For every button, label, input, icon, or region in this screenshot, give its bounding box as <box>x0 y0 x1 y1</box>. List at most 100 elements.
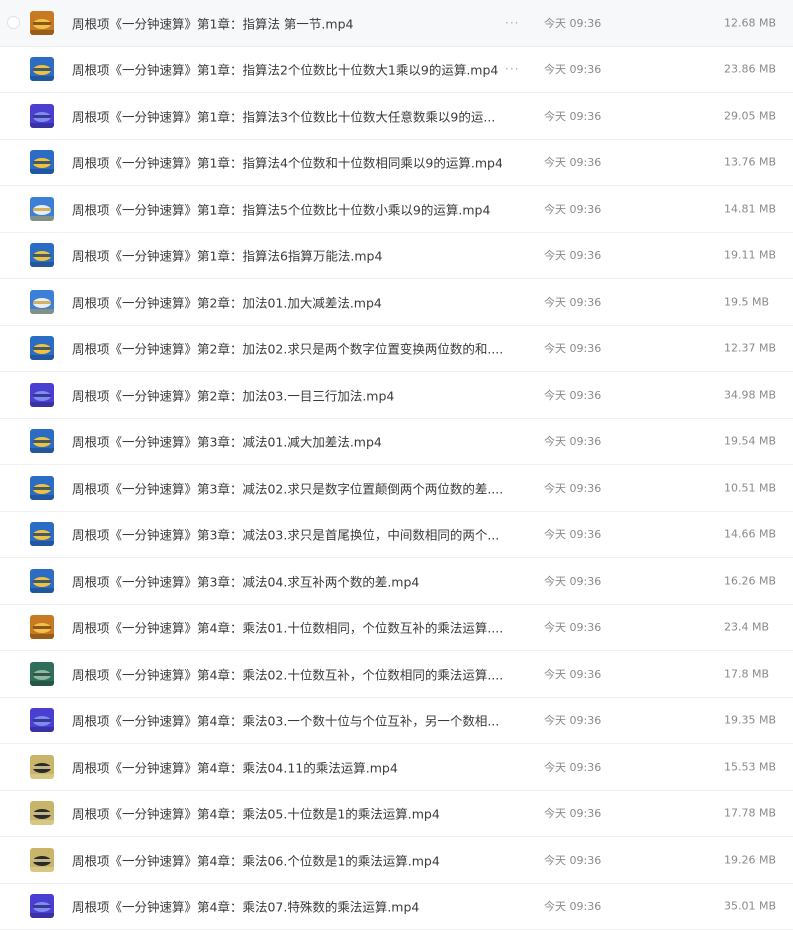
file-name[interactable]: 周根项《一分钟速算》第2章：加法02.求只是两个数字位置变换两位数的和.... <box>72 339 502 358</box>
video-thumbnail-icon <box>30 57 54 82</box>
file-size: 16.26 MB <box>724 574 777 588</box>
file-row[interactable]: 周根项《一分钟速算》第1章：指算法4个位数和十位数相同乘以9的运算.mp4 今天 … <box>0 140 793 186</box>
modified-time: 今天 09:36 <box>544 435 602 449</box>
file-name[interactable]: 周根项《一分钟速算》第4章：乘法07.特殊数的乘法运算.mp4 <box>72 897 419 916</box>
file-name[interactable]: 周根项《一分钟速算》第1章：指算法4个位数和十位数相同乘以9的运算.mp4 <box>72 153 502 172</box>
file-name[interactable]: 周根项《一分钟速算》第2章：加法03.一目三行加法.mp4 <box>72 385 394 404</box>
file-name[interactable]: 周根项《一分钟速算》第4章：乘法02.十位数互补，个位数相同的乘法运算.... <box>72 664 502 683</box>
file-size: 14.81 MB <box>724 202 777 216</box>
video-thumbnail-icon <box>30 661 54 686</box>
file-row[interactable]: 周根项《一分钟速算》第1章：指算法5个位数比十位数小乘以9的运算.mp4 今天 0… <box>0 186 793 233</box>
file-name[interactable]: 周根项《一分钟速算》第2章：加法01.加大减差法.mp4 <box>72 292 382 311</box>
file-row[interactable]: 周根项《一分钟速算》第3章：减法04.求互补两个数的差.mp4 今天 09:36 1… <box>0 558 793 605</box>
video-thumbnail-icon <box>30 615 54 640</box>
video-thumbnail-icon <box>30 847 54 872</box>
modified-time: 今天 09:36 <box>544 156 602 170</box>
video-thumbnail-icon <box>30 382 54 407</box>
file-row[interactable]: 周根项《一分钟速算》第1章：指算法2个位数比十位数大1乘以9的运算.mp4 ···… <box>0 47 793 93</box>
video-thumbnail-icon <box>30 150 54 175</box>
file-row[interactable]: 周根项《一分钟速算》第4章：乘法02.十位数互补，个位数相同的乘法运算.... 今… <box>0 651 793 698</box>
file-name[interactable]: 周根项《一分钟速算》第3章：减法02.求只是数字位置颠倒两个两位数的差.... <box>72 478 502 497</box>
file-name[interactable]: 周根项《一分钟速算》第3章：减法03.求只是首尾换位，中间数相同的两个... <box>72 525 499 544</box>
file-name[interactable]: 周根项《一分钟速算》第4章：乘法04.11的乘法运算.mp4 <box>72 757 398 776</box>
file-size: 19.11 MB <box>724 248 777 262</box>
file-size: 17.78 MB <box>724 806 777 820</box>
modified-time: 今天 09:36 <box>544 109 602 123</box>
select-checkbox[interactable] <box>7 15 20 29</box>
file-size: 17.8 MB <box>724 667 770 681</box>
file-size: 15.53 MB <box>724 760 777 774</box>
video-thumbnail-icon <box>30 522 54 547</box>
file-row[interactable]: 周根项《一分钟速算》第4章：乘法05.十位数是1的乘法运算.mp4 今天 09:3… <box>0 791 793 837</box>
video-thumbnail-icon <box>30 429 54 454</box>
file-size: 10.51 MB <box>724 481 777 495</box>
file-row[interactable]: 周根项《一分钟速算》第3章：减法03.求只是首尾换位，中间数相同的两个... 今天… <box>0 512 793 558</box>
modified-time: 今天 09:36 <box>544 621 602 635</box>
file-row[interactable]: 周根项《一分钟速算》第2章：加法02.求只是两个数字位置变换两位数的和.... 今… <box>0 326 793 372</box>
file-row[interactable]: 周根项《一分钟速算》第4章：乘法04.11的乘法运算.mp4 今天 09:36 15… <box>0 744 793 791</box>
file-name[interactable]: 周根项《一分钟速算》第3章：减法04.求互补两个数的差.mp4 <box>72 571 419 590</box>
video-thumbnail-icon <box>30 243 54 268</box>
video-thumbnail-icon <box>30 475 54 500</box>
file-row[interactable]: 周根项《一分钟速算》第1章：指算法6指算万能法.mp4 今天 09:36 19.11… <box>0 233 793 279</box>
video-thumbnail-icon <box>30 568 54 593</box>
file-size: 29.05 MB <box>724 109 777 123</box>
file-name[interactable]: 周根项《一分钟速算》第4章：乘法06.个位数是1的乘法运算.mp4 <box>72 850 440 869</box>
file-name[interactable]: 周根项《一分钟速算》第3章：减法01.减大加差法.mp4 <box>72 432 382 451</box>
video-thumbnail-icon <box>30 196 54 221</box>
modified-time: 今天 09:36 <box>544 202 602 216</box>
file-size: 12.68 MB <box>724 16 777 30</box>
modified-time: 今天 09:36 <box>544 16 602 30</box>
file-size: 19.54 MB <box>724 434 777 448</box>
video-thumbnail-icon <box>30 289 54 314</box>
file-row[interactable]: 周根项《一分钟速算》第1章：指算法 第一节.mp4 ··· 今天 09:36 12.6… <box>0 0 793 47</box>
modified-time: 今天 09:36 <box>544 249 602 263</box>
modified-time: 今天 09:36 <box>544 853 602 867</box>
file-size: 23.86 MB <box>724 62 777 76</box>
file-name[interactable]: 周根项《一分钟速算》第4章：乘法01.十位数相同，个位数互补的乘法运算.... <box>72 618 502 637</box>
modified-time: 今天 09:36 <box>544 481 602 495</box>
file-size: 34.98 MB <box>724 388 777 402</box>
modified-time: 今天 09:36 <box>544 900 602 914</box>
file-size: 23.4 MB <box>724 620 770 634</box>
file-row[interactable]: 周根项《一分钟速算》第3章：减法01.减大加差法.mp4 今天 09:36 19.5… <box>0 419 793 465</box>
modified-time: 今天 09:36 <box>544 714 602 728</box>
file-row[interactable]: 周根项《一分钟速算》第4章：乘法01.十位数相同，个位数互补的乘法运算.... 今… <box>0 605 793 651</box>
file-row[interactable]: 周根项《一分钟速算》第4章：乘法03.一个数十位与个位互补，另一个数相... 今天… <box>0 698 793 744</box>
file-size: 13.76 MB <box>724 155 777 169</box>
modified-time: 今天 09:36 <box>544 760 602 774</box>
file-list: 周根项《一分钟速算》第1章：指算法 第一节.mp4 ··· 今天 09:36 12.6… <box>0 0 793 930</box>
file-name[interactable]: 周根项《一分钟速算》第1章：指算法 第一节.mp4 <box>72 13 353 32</box>
file-row[interactable]: 周根项《一分钟速算》第3章：减法02.求只是数字位置颠倒两个两位数的差.... 今… <box>0 465 793 512</box>
file-name[interactable]: 周根项《一分钟速算》第4章：乘法05.十位数是1的乘法运算.mp4 <box>72 804 440 823</box>
file-row[interactable]: 周根项《一分钟速算》第2章：加法01.加大减差法.mp4 今天 09:36 19.5… <box>0 279 793 326</box>
file-name[interactable]: 周根项《一分钟速算》第1章：指算法5个位数比十位数小乘以9的运算.mp4 <box>72 199 490 218</box>
video-thumbnail-icon <box>30 708 54 733</box>
video-thumbnail-icon <box>30 801 54 826</box>
video-thumbnail-icon <box>30 103 54 128</box>
modified-time: 今天 09:36 <box>544 807 602 821</box>
file-row[interactable]: 周根项《一分钟速算》第4章：乘法06.个位数是1的乘法运算.mp4 今天 09:3… <box>0 837 793 884</box>
file-size: 12.37 MB <box>724 341 777 355</box>
file-name[interactable]: 周根项《一分钟速算》第1章：指算法2个位数比十位数大1乘以9的运算.mp4 <box>72 60 498 79</box>
video-thumbnail-icon <box>30 894 54 919</box>
file-name[interactable]: 周根项《一分钟速算》第1章：指算法3个位数比十位数大任意数乘以9的运... <box>72 106 495 125</box>
modified-time: 今天 09:36 <box>544 63 602 77</box>
more-options-icon[interactable]: ··· <box>505 16 519 30</box>
file-name[interactable]: 周根项《一分钟速算》第1章：指算法6指算万能法.mp4 <box>72 246 382 265</box>
file-size: 19.5 MB <box>724 295 770 309</box>
file-row[interactable]: 周根项《一分钟速算》第2章：加法03.一目三行加法.mp4 今天 09:36 34.… <box>0 372 793 419</box>
file-row[interactable]: 周根项《一分钟速算》第1章：指算法3个位数比十位数大任意数乘以9的运... 今天 … <box>0 93 793 140</box>
modified-time: 今天 09:36 <box>544 295 602 309</box>
modified-time: 今天 09:36 <box>544 667 602 681</box>
more-options-icon[interactable]: ··· <box>505 62 519 76</box>
file-size: 35.01 MB <box>724 899 777 913</box>
file-size: 14.66 MB <box>724 527 777 541</box>
modified-time: 今天 09:36 <box>544 574 602 588</box>
file-name[interactable]: 周根项《一分钟速算》第4章：乘法03.一个数十位与个位互补，另一个数相... <box>72 711 499 730</box>
modified-time: 今天 09:36 <box>544 388 602 402</box>
video-thumbnail-icon <box>30 336 54 361</box>
modified-time: 今天 09:36 <box>544 528 602 542</box>
file-row[interactable]: 周根项《一分钟速算》第4章：乘法07.特殊数的乘法运算.mp4 今天 09:36 3… <box>0 884 793 930</box>
video-thumbnail-icon <box>30 754 54 779</box>
